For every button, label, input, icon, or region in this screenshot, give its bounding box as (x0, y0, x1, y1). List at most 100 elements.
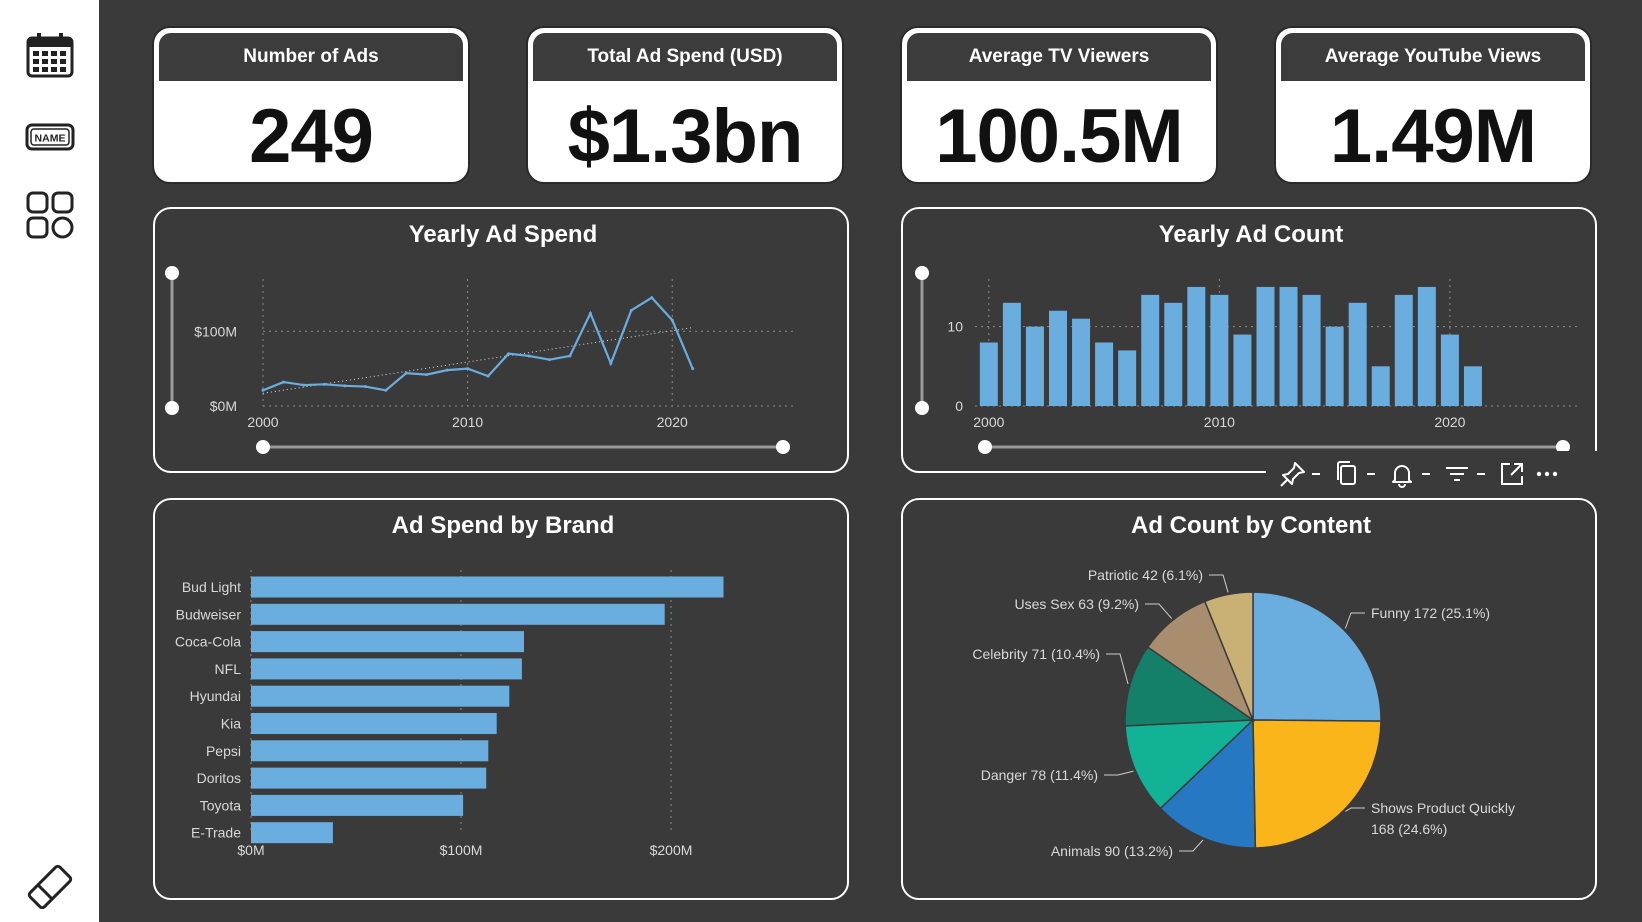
bar (1025, 326, 1044, 406)
bar (1233, 334, 1252, 406)
bar (1440, 334, 1459, 406)
kpi-title: Total Ad Spend (USD) (533, 33, 837, 81)
bar (1118, 350, 1137, 406)
chart-title: Ad Count by Content (1131, 512, 1371, 539)
bar (251, 631, 524, 653)
data-point (281, 380, 285, 384)
data-point (547, 358, 551, 362)
x-tick-label: 2000 (247, 414, 278, 430)
copy-icon[interactable] (1332, 459, 1362, 489)
range-slider-handle (165, 401, 179, 415)
range-slider-handle (776, 440, 790, 454)
data-point (629, 308, 633, 312)
data-point (343, 384, 347, 388)
slice-label: Animals 90 (13.2%) (1051, 843, 1173, 859)
name-badge-icon[interactable]: NAME (25, 112, 75, 162)
kpi-value: $1.3bn (567, 94, 804, 179)
yearly-ad-spend-panel[interactable]: Yearly Ad Spend $0M $100M 2000 2010 2020 (153, 207, 849, 473)
slice-label: Danger 78 (11.4%) (981, 767, 1098, 783)
data-point (670, 318, 674, 322)
data-point (425, 373, 429, 377)
bar (251, 658, 522, 680)
data-point (404, 371, 408, 375)
bar (1072, 318, 1091, 406)
category-label: Kia (221, 716, 241, 732)
data-point (302, 383, 306, 387)
slice-label: Uses Sex 63 (9.2%) (1015, 596, 1140, 612)
x-tick-label: $0M (237, 842, 264, 858)
data-point (588, 311, 592, 315)
category-label: Hyundai (190, 688, 241, 704)
filter-icon[interactable] (1442, 459, 1472, 489)
kpi-value: 249 (249, 94, 374, 179)
bar (1417, 286, 1436, 406)
data-point (650, 296, 654, 300)
kpi-card-average-youtube-views[interactable]: Average YouTube Views 1.49M (1274, 26, 1592, 184)
range-slider-handle (915, 401, 929, 415)
leader-line (1106, 653, 1129, 685)
slice-label: 168 (24.6%) (1371, 821, 1447, 837)
bar (1187, 286, 1206, 406)
pie-slice (1252, 591, 1382, 722)
leader-line (1104, 770, 1134, 776)
leader-line (1344, 612, 1365, 629)
yearly-ad-count-panel[interactable]: Yearly Ad Count 0 10 2000 2010 2020 (901, 207, 1597, 473)
bar (251, 685, 510, 707)
category-label: Toyota (200, 797, 241, 813)
ad-spend-by-brand-panel[interactable]: Ad Spend by Brand $0M $100M $200M Bud Light B… (153, 498, 849, 900)
x-tick-label: 2010 (1204, 414, 1235, 430)
more-icon[interactable] (1532, 459, 1562, 489)
expand-icon[interactable] (1497, 459, 1527, 489)
data-point (691, 367, 695, 371)
data-point (527, 354, 531, 358)
bell-icon[interactable] (1387, 459, 1417, 489)
bar (1348, 302, 1367, 406)
kpi-value: 1.49M (1329, 94, 1537, 179)
x-tick-label: 2020 (657, 414, 688, 430)
ad-count-by-content-panel[interactable]: Ad Count by Content Funny 172 (25.1%) Show… (901, 498, 1597, 900)
bar (1141, 294, 1160, 406)
chart-title: Yearly Ad Count (1159, 221, 1343, 248)
data-point (609, 361, 613, 365)
pie-slice (1252, 719, 1382, 849)
pin-icon[interactable] (1278, 459, 1308, 489)
bar (1095, 342, 1114, 406)
x-tick-label: 2010 (452, 414, 483, 430)
category-label: Doritos (197, 770, 241, 786)
x-tick-label: 2020 (1434, 414, 1465, 430)
bar (979, 342, 998, 406)
y-tick-label: $0M (210, 398, 237, 414)
bar (251, 576, 724, 598)
eraser-icon[interactable] (25, 862, 75, 912)
bar (1394, 294, 1413, 406)
bar (1002, 302, 1021, 406)
leader-line (1209, 574, 1229, 593)
data-point (363, 385, 367, 389)
slice-label: Shows Product Quickly (1371, 800, 1515, 816)
bar (251, 713, 497, 734)
category-label: Budweiser (176, 606, 242, 622)
bar (251, 822, 333, 844)
y-tick-label: 10 (947, 319, 963, 335)
bar (1256, 286, 1275, 406)
kpi-card-number-of-ads[interactable]: Number of Ads 249 (152, 26, 470, 184)
separator-icon (1474, 459, 1488, 489)
data-point (445, 368, 449, 372)
calendar-icon[interactable] (25, 30, 75, 80)
bar (1049, 310, 1067, 406)
bar (1279, 286, 1298, 406)
data-point (568, 354, 572, 358)
y-tick-label: $100M (194, 323, 237, 339)
kpi-card-total-ad-spend[interactable]: Total Ad Spend (USD) $1.3bn (526, 26, 844, 184)
kpi-title: Average TV Viewers (907, 33, 1211, 81)
bar (1325, 326, 1344, 406)
grid-icon[interactable] (25, 190, 75, 240)
yearly-ad-count-chart: Yearly Ad Count 0 10 2000 2010 2020 (915, 221, 1579, 454)
x-tick-label: 2000 (973, 414, 1004, 430)
data-point (466, 367, 470, 371)
range-slider-handle (978, 440, 992, 454)
y-tick-label: 0 (955, 398, 963, 414)
bar (251, 603, 665, 625)
bar (1210, 294, 1229, 406)
kpi-card-average-tv-viewers[interactable]: Average TV Viewers 100.5M (900, 26, 1218, 184)
